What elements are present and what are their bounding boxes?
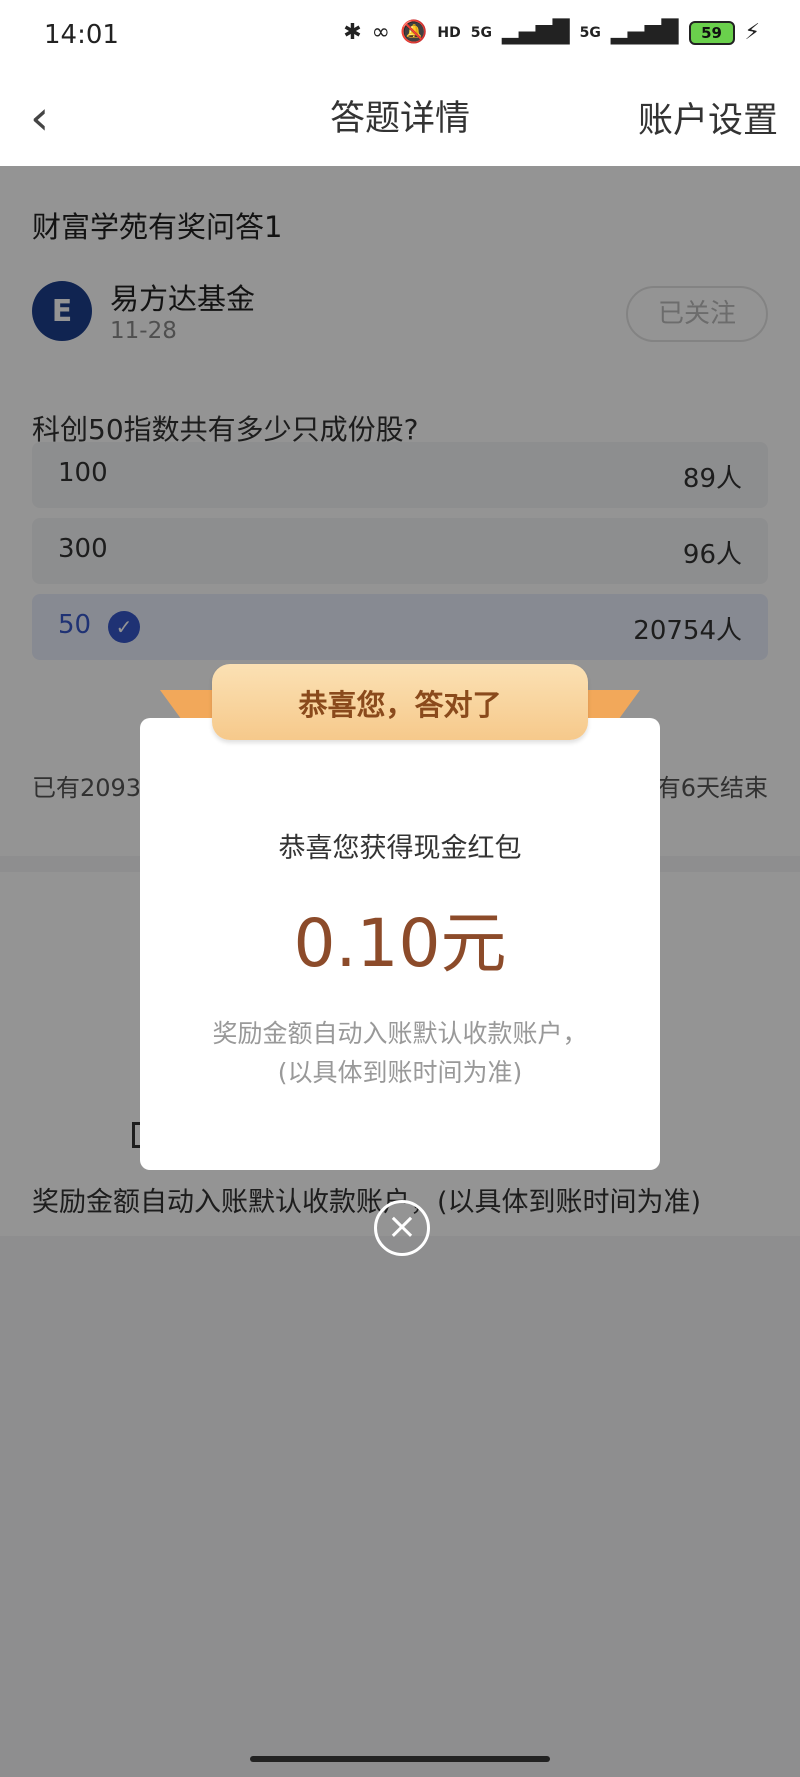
network-5g-1: 5G <box>470 24 492 41</box>
close-modal-button[interactable]: × <box>374 1200 430 1256</box>
status-bar: 14:01 ✱ ∞ 🔕 HD 5G ▂▄▆█ 5G ▂▄▆█ 59 ⚡ <box>0 0 800 72</box>
network-5g-2: 5G <box>579 24 601 41</box>
reward-modal: 恭喜您获得现金红包 0.10元 奖励金额自动入账默认收款账户， (以具体到账时间… <box>140 718 660 1170</box>
ribbon-text: 恭喜您，答对了 <box>298 688 502 722</box>
signal-icon-1: ▂▄▆█ <box>501 20 570 45</box>
close-icon: × <box>386 1206 418 1247</box>
modal-note-line1: 奖励金额自动入账默认收款账户， <box>212 1019 588 1048</box>
modal-note-line2: (以具体到账时间为准) <box>277 1058 523 1087</box>
mute-icon: 🔕 <box>399 20 428 45</box>
congrats-ribbon: 恭喜您，答对了 <box>212 664 588 740</box>
status-time: 14:01 <box>44 20 119 50</box>
account-settings-link[interactable]: 账户设置 <box>638 92 778 143</box>
hd-label: HD <box>437 24 461 41</box>
link-icon: ∞ <box>371 20 390 45</box>
top-nav-bar: ‹ 答题详情 账户设置 <box>0 72 800 166</box>
battery-icon: 59 <box>688 20 735 45</box>
bluetooth-icon: ✱ <box>343 20 362 45</box>
charging-icon: ⚡ <box>744 20 760 45</box>
home-indicator[interactable] <box>250 1756 550 1762</box>
modal-subtitle: 恭喜您获得现金红包 <box>278 833 522 864</box>
reward-amount: 0.10元 <box>293 905 507 982</box>
signal-icon-2: ▂▄▆█ <box>610 20 679 45</box>
status-icons: ✱ ∞ 🔕 HD 5G ▂▄▆█ 5G ▂▄▆█ 59 ⚡ <box>343 20 760 45</box>
